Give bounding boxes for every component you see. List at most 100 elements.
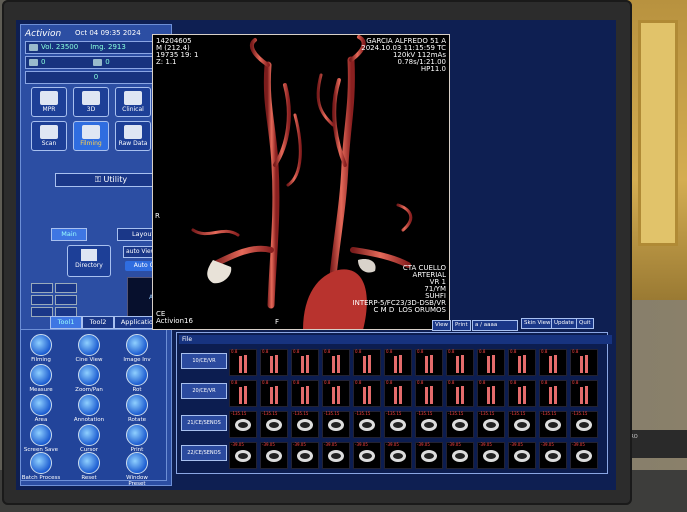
series-row-3[interactable]: 21/CE/SENOS bbox=[181, 415, 227, 431]
thumbnail[interactable]: -39.05 bbox=[570, 442, 598, 469]
thumbnail[interactable]: -135.15 bbox=[477, 411, 505, 438]
scan-button[interactable]: Scan bbox=[31, 121, 67, 151]
mpr-button[interactable]: MPR bbox=[31, 87, 67, 117]
thumbnail[interactable]: 0.8 bbox=[229, 349, 257, 376]
utility-button[interactable]: ⚿ Utility bbox=[55, 173, 167, 187]
thumbnail[interactable]: -39.05 bbox=[353, 442, 381, 469]
zoom-pan-tool[interactable]: Zoom/Pan bbox=[69, 364, 109, 393]
thumbnail[interactable]: 0.8 bbox=[260, 380, 288, 407]
clinical-button[interactable]: Clinical bbox=[115, 87, 151, 117]
thumbnail[interactable]: 0.8 bbox=[446, 349, 474, 376]
area-tool[interactable]: Area bbox=[21, 394, 61, 423]
thumbnail[interactable]: 0.8 bbox=[415, 349, 443, 376]
counter-bar-1[interactable]: 0 0 bbox=[25, 56, 167, 69]
thumbnail[interactable]: 0.8 bbox=[260, 349, 288, 376]
thumbnail[interactable]: 0.8 bbox=[322, 349, 350, 376]
thumbnail[interactable]: 0.8 bbox=[477, 380, 505, 407]
thumbnail[interactable]: -39.05 bbox=[415, 442, 443, 469]
thumbnail[interactable]: -135.15 bbox=[260, 411, 288, 438]
window-preset-tool[interactable]: Window Preset bbox=[117, 452, 157, 487]
thumbnail[interactable]: -39.05 bbox=[539, 442, 567, 469]
measure-tool[interactable]: Measure bbox=[21, 364, 61, 393]
annotation-tool[interactable]: Annotation bbox=[69, 394, 109, 423]
quit-button[interactable]: Quit bbox=[576, 318, 594, 329]
raw-data-button[interactable]: Raw Data bbox=[115, 121, 151, 151]
small-button-4[interactable] bbox=[55, 295, 77, 305]
thumbnail-caption: 0.8 bbox=[324, 380, 331, 385]
area-icon bbox=[30, 394, 52, 416]
thumbnail[interactable]: -135.15 bbox=[384, 411, 412, 438]
cine-view-tool[interactable]: Cine View bbox=[69, 334, 109, 363]
vessel-mark bbox=[425, 387, 428, 404]
vessel-mark bbox=[492, 386, 495, 404]
skin-view-button[interactable]: Skin View bbox=[521, 318, 554, 329]
small-button-1[interactable] bbox=[31, 283, 53, 293]
thumbnail[interactable]: -135.15 bbox=[291, 411, 319, 438]
print-button[interactable]: Print bbox=[452, 320, 471, 331]
thumbnail[interactable]: 0.8 bbox=[353, 380, 381, 407]
thumbnail[interactable]: -39.05 bbox=[384, 442, 412, 469]
series-row-1[interactable]: 10/CE/VR bbox=[181, 353, 227, 369]
thumbnail[interactable]: 0.8 bbox=[508, 349, 536, 376]
update-button[interactable]: Update bbox=[551, 318, 577, 329]
thumbnail[interactable]: 0.8 bbox=[291, 349, 319, 376]
thumbnail[interactable]: -135.15 bbox=[570, 411, 598, 438]
thumbnail-caption: 0.8 bbox=[448, 380, 455, 385]
directory-button[interactable]: Directory bbox=[67, 245, 111, 277]
thumbnail[interactable]: -39.05 bbox=[477, 442, 505, 469]
thumbnail[interactable]: 0.8 bbox=[415, 380, 443, 407]
thumbnail[interactable]: -39.05 bbox=[446, 442, 474, 469]
thumbnail-caption: -135.15 bbox=[417, 411, 433, 416]
filming-button[interactable]: Filming bbox=[73, 121, 109, 151]
batch-process-tool[interactable]: Batch Process bbox=[21, 452, 61, 481]
thumbnail[interactable]: 0.8 bbox=[384, 349, 412, 376]
thumbnail[interactable]: -135.15 bbox=[415, 411, 443, 438]
thumbnail[interactable]: -135.15 bbox=[539, 411, 567, 438]
screen-save-tool[interactable]: Screen Save bbox=[21, 424, 61, 453]
thumbnail[interactable]: 0.8 bbox=[508, 380, 536, 407]
thumbnail[interactable]: 0.8 bbox=[570, 380, 598, 407]
rot-tool[interactable]: Rot bbox=[117, 364, 157, 393]
thumbnail[interactable]: 0.8 bbox=[477, 349, 505, 376]
tab-tool2[interactable]: Tool2 bbox=[82, 316, 114, 329]
tab-main[interactable]: Main bbox=[51, 228, 87, 241]
filming-tool[interactable]: Filming bbox=[21, 334, 61, 363]
thumbnail[interactable]: -39.05 bbox=[260, 442, 288, 469]
thumbnail[interactable]: 0.8 bbox=[446, 380, 474, 407]
volume-render-viewport[interactable]: 14204605 M (212.4) 19735 19: 1 Z: 1.1 GA… bbox=[152, 34, 450, 330]
axial-slice-mark bbox=[517, 453, 527, 459]
file-header: File bbox=[179, 335, 612, 344]
thumbnail[interactable]: 0.8 bbox=[353, 349, 381, 376]
thumbnail[interactable]: -135.15 bbox=[353, 411, 381, 438]
thumbnail[interactable]: -135.15 bbox=[229, 411, 257, 438]
series-row-4[interactable]: 22/CE/SENOS bbox=[181, 445, 227, 461]
view-button[interactable]: View bbox=[432, 320, 452, 331]
thumbnail[interactable]: 0.8 bbox=[539, 380, 567, 407]
thumbnail[interactable]: 0.8 bbox=[229, 380, 257, 407]
thumbnail[interactable]: -135.15 bbox=[508, 411, 536, 438]
thumbnail[interactable]: -39.05 bbox=[291, 442, 319, 469]
thumbnail[interactable]: -39.05 bbox=[508, 442, 536, 469]
vessel-mark bbox=[549, 387, 552, 404]
small-button-2[interactable] bbox=[55, 283, 77, 293]
reset-tool[interactable]: Reset bbox=[69, 452, 109, 481]
thumbnail[interactable]: 0.8 bbox=[322, 380, 350, 407]
thumbnail[interactable]: -39.05 bbox=[322, 442, 350, 469]
clinical-icon bbox=[124, 91, 142, 105]
series-row-2[interactable]: 20/CE/VR bbox=[181, 383, 227, 399]
rotate-tool[interactable]: Rotate bbox=[117, 394, 157, 423]
tab-tool1[interactable]: Tool1 bbox=[50, 316, 82, 329]
thumbnail[interactable]: -135.15 bbox=[322, 411, 350, 438]
thumbnail[interactable]: 0.8 bbox=[570, 349, 598, 376]
thumbnail[interactable]: 0.8 bbox=[291, 380, 319, 407]
thumbnail[interactable]: 0.8 bbox=[384, 380, 412, 407]
thumbnail[interactable]: 0.8 bbox=[539, 349, 567, 376]
3d-button[interactable]: 3D bbox=[73, 87, 109, 117]
thumbnail[interactable]: -135.15 bbox=[446, 411, 474, 438]
small-button-3[interactable] bbox=[31, 295, 53, 305]
print-tool[interactable]: Print bbox=[117, 424, 157, 453]
thumbnail[interactable]: -39.05 bbox=[229, 442, 257, 469]
image-inv-tool[interactable]: Image Inv bbox=[117, 334, 157, 363]
cursor-tool[interactable]: Cursor bbox=[69, 424, 109, 453]
counter-bar-2[interactable]: 0 bbox=[25, 71, 167, 84]
